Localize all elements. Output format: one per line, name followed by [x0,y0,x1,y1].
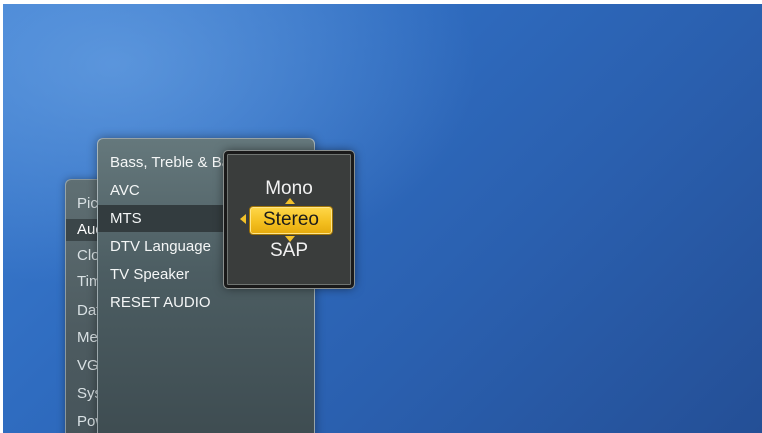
arrow-left-icon[interactable] [240,214,246,224]
mts-option-stereo-selected[interactable]: Stereo [249,206,333,235]
arrow-up-icon[interactable] [285,198,295,204]
mts-option-popup: Mono Stereo SAP [223,150,355,289]
tv-screen: Picture Audio Closed Caption Timer Date … [3,4,762,433]
mts-option-sap[interactable]: SAP [227,238,351,264]
screen: Picture Audio Closed Caption Timer Date … [0,0,762,433]
audio-menu-item-reset-audio[interactable]: RESET AUDIO [98,289,312,316]
